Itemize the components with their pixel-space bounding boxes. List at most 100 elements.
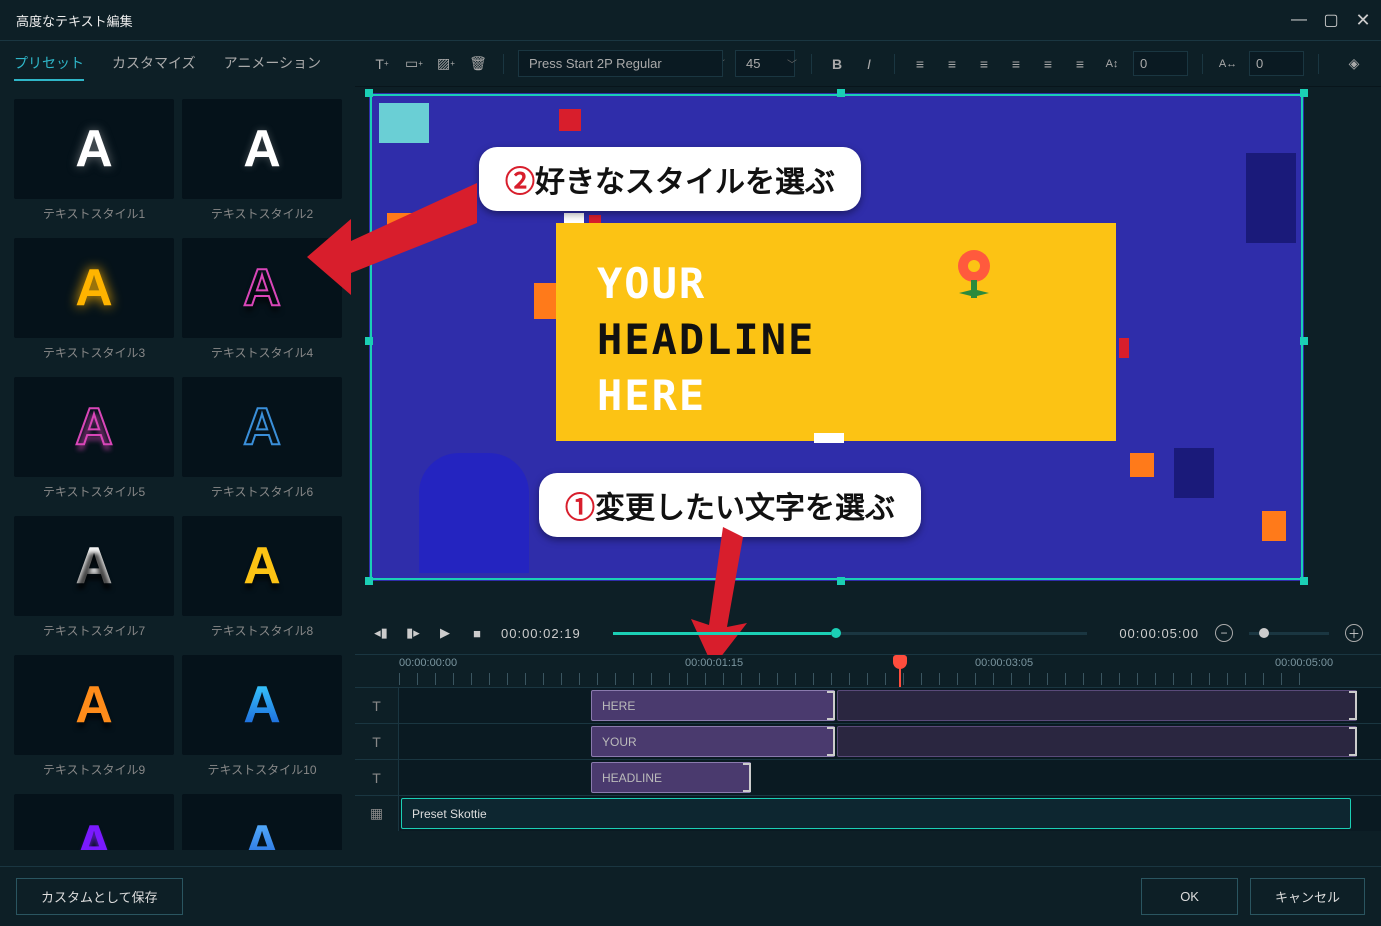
style-label: テキストスタイル10 (208, 755, 317, 788)
timeline-ruler[interactable]: 00:00:00:00 00:00:01:15 00:00:03:05 00:0… (355, 655, 1381, 687)
zoom-thumb[interactable] (1259, 628, 1269, 638)
close-icon[interactable]: ✕ (1357, 14, 1369, 26)
minimize-icon[interactable]: — (1293, 14, 1305, 26)
zoom-in-icon[interactable]: ＋ (1345, 624, 1363, 642)
clip-here[interactable]: HERE (591, 690, 835, 721)
align-center-horiz-icon[interactable]: ≡ (941, 53, 963, 75)
ok-button[interactable]: OK (1141, 878, 1238, 915)
style-label: テキストスタイル8 (211, 616, 313, 649)
line-height-icon[interactable]: A↕ (1101, 53, 1123, 75)
letter-spacing-input[interactable]: 0 (1249, 51, 1304, 76)
style-cell-9[interactable]: Aテキストスタイル9 (14, 655, 174, 788)
track-media: ▦ Preset Skottie (355, 795, 1381, 831)
clip-label: HEADLINE (602, 771, 662, 785)
clip-extension[interactable] (837, 690, 1357, 721)
playhead-handle[interactable] (893, 655, 907, 669)
pixel-decor (1119, 338, 1129, 358)
selection-handle[interactable] (365, 89, 373, 97)
tab-preset[interactable]: プリセット (14, 53, 84, 81)
clip-headline[interactable]: HEADLINE (591, 762, 751, 793)
track-content[interactable]: HEADLINE (399, 760, 1381, 795)
track-content[interactable]: HERE (399, 688, 1381, 723)
clip-end-handle[interactable] (1349, 727, 1357, 756)
font-size-select[interactable]: 45 (735, 50, 795, 77)
prev-frame-icon[interactable]: ◂▮ (373, 625, 389, 641)
step2-number: ② (505, 166, 535, 199)
align-bottom-icon[interactable]: ≡ (1069, 53, 1091, 75)
clip-label: HERE (602, 699, 635, 713)
selection-handle[interactable] (837, 89, 845, 97)
selection-handle[interactable] (1300, 337, 1308, 345)
target-icon[interactable]: ◈ (1343, 53, 1365, 75)
pixel-decor (379, 103, 429, 143)
tab-customize[interactable]: カスタマイズ (112, 53, 196, 81)
progress-thumb[interactable] (831, 628, 841, 638)
align-top-icon[interactable]: ≡ (1005, 53, 1027, 75)
clip-end-handle[interactable] (1349, 691, 1357, 720)
clip-end-handle[interactable] (827, 691, 835, 720)
text-here[interactable]: HERE (597, 371, 706, 420)
zoom-slider[interactable] (1249, 632, 1329, 635)
line-height-input[interactable]: 0 (1133, 51, 1188, 76)
style-cell-8[interactable]: Aテキストスタイル8 (182, 516, 342, 649)
add-image-icon[interactable]: ▨+ (435, 53, 457, 75)
add-text-icon[interactable]: T+ (371, 53, 393, 75)
style-cell-7[interactable]: Aテキストスタイル7 (14, 516, 174, 649)
italic-icon[interactable]: I (858, 53, 880, 75)
style-thumb: A (14, 655, 174, 755)
add-shape-icon[interactable]: ▭+ (403, 53, 425, 75)
letter-spacing-icon[interactable]: A↔ (1217, 53, 1239, 75)
progress-slider[interactable] (613, 632, 1088, 635)
tab-animation[interactable]: アニメーション (224, 53, 321, 81)
style-cell-6[interactable]: Aテキストスタイル6 (182, 377, 342, 510)
play-icon[interactable]: ▶ (437, 625, 453, 641)
selection-handle[interactable] (1300, 577, 1308, 585)
style-cell-5[interactable]: Aテキストスタイル5 (14, 377, 174, 510)
toolbar: T+ ▭+ ▨+ 🗑 Press Start 2P Regular﹀ 45﹀ B… (355, 41, 1381, 87)
align-center-vert-icon[interactable]: ≡ (1037, 53, 1059, 75)
style-cell-11[interactable]: A (14, 794, 174, 850)
selection-handle[interactable] (837, 577, 845, 585)
clip-your[interactable]: YOUR (591, 726, 835, 757)
selection-handle[interactable] (365, 577, 373, 585)
track-content[interactable]: Preset Skottie (399, 796, 1381, 831)
window-title: 高度なテキスト編集 (12, 11, 133, 30)
cancel-button[interactable]: キャンセル (1250, 878, 1365, 915)
text-headline[interactable]: HEADLINE (597, 315, 815, 364)
styles-grid[interactable]: Aテキストスタイル1Aテキストスタイル2Aテキストスタイル3Aテキストスタイル4… (0, 91, 355, 850)
align-right-icon[interactable]: ≡ (973, 53, 995, 75)
save-custom-button[interactable]: カスタムとして保存 (16, 878, 183, 915)
style-label: テキストスタイル2 (211, 199, 313, 232)
zoom-out-icon[interactable]: − (1215, 624, 1233, 642)
style-thumb: A (14, 238, 174, 338)
step2-text: 好きなスタイルを選ぶ (535, 166, 835, 199)
style-letter-a: A (243, 401, 281, 453)
playhead[interactable] (899, 655, 901, 687)
style-thumb: A (14, 794, 174, 850)
selection-handle[interactable] (1300, 89, 1308, 97)
clip-preset[interactable]: Preset Skottie (401, 798, 1351, 829)
clip-end-handle[interactable] (743, 763, 751, 792)
pixel-decor (534, 283, 556, 319)
align-left-icon[interactable]: ≡ (909, 53, 931, 75)
clip-extension[interactable] (837, 726, 1357, 757)
selection-handle[interactable] (365, 337, 373, 345)
stop-icon[interactable]: ■ (469, 625, 485, 641)
clip-end-handle[interactable] (827, 727, 835, 756)
style-cell-12[interactable]: A (182, 794, 342, 850)
pixel-decor (1246, 153, 1296, 243)
track-content[interactable]: YOUR (399, 724, 1381, 759)
track-area: T HERE T YOUR T HEADLINE (355, 687, 1381, 831)
maximize-icon[interactable]: ▢ (1325, 14, 1337, 26)
pixel-decor (564, 213, 584, 223)
text-your[interactable]: YOUR (597, 259, 706, 308)
style-cell-1[interactable]: Aテキストスタイル1 (14, 99, 174, 232)
style-cell-3[interactable]: Aテキストスタイル3 (14, 238, 174, 371)
bold-icon[interactable]: B (826, 53, 848, 75)
style-cell-10[interactable]: Aテキストスタイル10 (182, 655, 342, 788)
style-label: テキストスタイル5 (43, 477, 145, 510)
delete-icon[interactable]: 🗑 (467, 53, 489, 75)
font-select[interactable]: Press Start 2P Regular (518, 50, 723, 77)
style-letter-a: A (243, 818, 281, 850)
next-frame-icon[interactable]: ▮▸ (405, 625, 421, 641)
